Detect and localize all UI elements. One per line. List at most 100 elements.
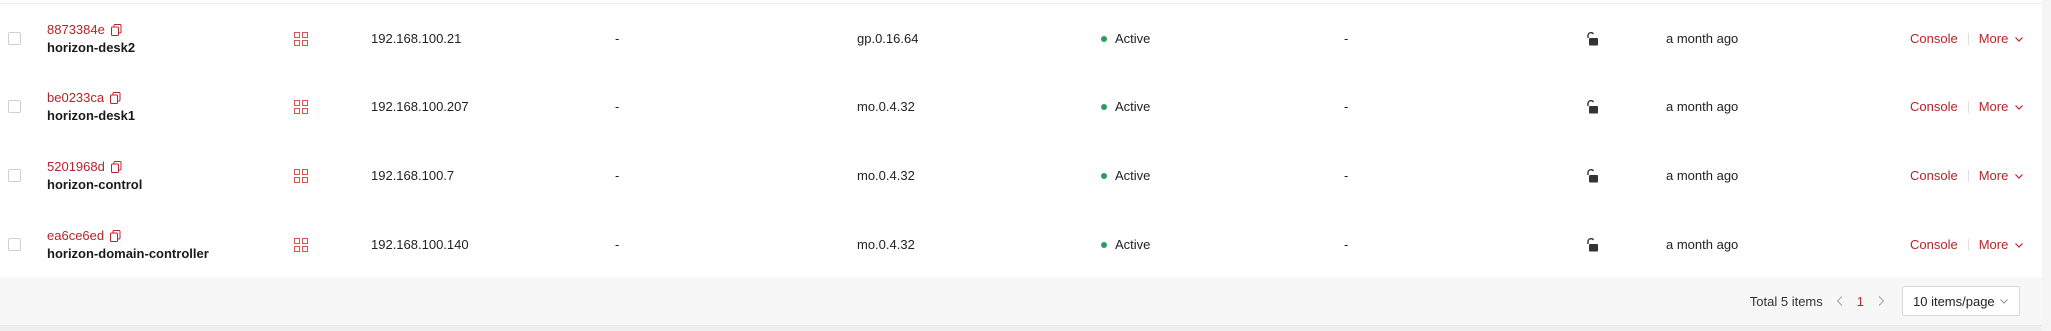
floating-ip: - — [615, 31, 620, 46]
more-button[interactable]: More — [1979, 237, 2009, 252]
table-row[interactable]: 5201968d horizon-control 192.168.100.7 -… — [0, 141, 2042, 211]
lock-cell — [1586, 72, 1599, 141]
total-items-label: Total 5 items — [1749, 293, 1823, 309]
prev-page-icon[interactable] — [1835, 295, 1845, 307]
status-text: Active — [1115, 99, 1151, 114]
type-cell — [294, 210, 308, 279]
chevron-down-icon[interactable] — [2014, 240, 2024, 250]
actions-cell: Console More — [1910, 72, 2024, 141]
more-button[interactable]: More — [1979, 168, 2009, 183]
flavor: mo.0.4.32 — [857, 237, 915, 252]
id-name-cell: ea6ce6ed horizon-domain-controller — [47, 210, 209, 279]
flavor: gp.0.16.64 — [857, 31, 919, 46]
actions-cell: Console More — [1910, 141, 2024, 210]
copy-icon[interactable] — [110, 23, 122, 36]
page-number-current[interactable]: 1 — [1857, 294, 1864, 309]
instance-name: horizon-domain-controller — [47, 246, 209, 261]
table-row[interactable]: ea6ce6ed horizon-domain-controller 192.1… — [0, 210, 2042, 280]
created-time: a month ago — [1666, 168, 1739, 183]
type-cell — [294, 4, 308, 73]
id-name-cell: be0233ca horizon-desk1 — [47, 72, 135, 141]
console-button[interactable]: Console — [1910, 31, 1958, 46]
chevron-down-icon — [1999, 296, 2009, 306]
console-button[interactable]: Console — [1910, 99, 1958, 114]
status-dot — [1101, 103, 1107, 110]
ip-address: 192.168.100.21 — [371, 31, 462, 46]
created-time: a month ago — [1666, 31, 1739, 46]
type-cell — [294, 141, 308, 210]
task-state: - — [1344, 237, 1349, 252]
id-name-cell: 5201968d horizon-control — [47, 141, 142, 210]
unlock-icon[interactable] — [1586, 31, 1599, 46]
row-checkbox[interactable] — [8, 32, 21, 45]
created-time: a month ago — [1666, 99, 1739, 114]
row-checkbox-cell[interactable] — [8, 210, 21, 279]
more-button[interactable]: More — [1979, 99, 2009, 114]
row-checkbox-cell[interactable] — [8, 4, 21, 73]
status-dot — [1101, 35, 1107, 42]
next-page-icon[interactable] — [1876, 295, 1886, 307]
row-checkbox-cell[interactable] — [8, 72, 21, 141]
chevron-down-icon[interactable] — [2014, 171, 2024, 181]
created-time: a month ago — [1666, 237, 1739, 252]
row-checkbox[interactable] — [8, 238, 21, 251]
task-state: - — [1344, 99, 1349, 114]
row-checkbox[interactable] — [8, 100, 21, 113]
instance-name: horizon-control — [47, 177, 143, 192]
copy-icon[interactable] — [110, 91, 121, 104]
table-row[interactable]: 8873384e horizon-desk2 192.168.100.21 - … — [0, 3, 2042, 74]
lock-cell — [1586, 141, 1599, 210]
flavor: mo.0.4.32 — [857, 168, 915, 183]
instance-table-panel: 8873384e horizon-desk2 192.168.100.21 - … — [0, 0, 2042, 326]
instance-type-icon — [294, 99, 308, 114]
instance-id-link[interactable]: 8873384e — [47, 22, 105, 37]
instance-type-icon — [294, 168, 308, 183]
page-size-select[interactable]: 10 items/page — [1902, 286, 2020, 316]
status-text: Active — [1115, 31, 1151, 46]
scrollbar-track[interactable] — [2042, 0, 2051, 331]
copy-icon[interactable] — [110, 160, 122, 173]
status-cell: Active — [1101, 141, 1150, 210]
status-cell: Active — [1101, 210, 1150, 279]
row-checkbox[interactable] — [8, 169, 21, 182]
type-cell — [294, 72, 308, 141]
floating-ip: - — [615, 99, 620, 114]
more-button[interactable]: More — [1979, 31, 2009, 46]
chevron-down-icon[interactable] — [2014, 34, 2024, 44]
flavor: mo.0.4.32 — [857, 99, 915, 114]
pagination: Total 5 items 1 10 items/page — [1750, 277, 2020, 325]
unlock-icon[interactable] — [1586, 237, 1599, 252]
ip-address: 192.168.100.207 — [371, 99, 469, 114]
status-text: Active — [1115, 237, 1151, 252]
row-checkbox-cell[interactable] — [8, 141, 21, 210]
console-button[interactable]: Console — [1910, 168, 1958, 183]
ip-address: 192.168.100.140 — [371, 237, 469, 252]
console-button[interactable]: Console — [1910, 237, 1958, 252]
table-row[interactable]: be0233ca horizon-desk1 192.168.100.207 -… — [0, 72, 2042, 142]
page-size-value: 10 items/page — [1913, 293, 1995, 309]
floating-ip: - — [615, 168, 620, 183]
status-cell: Active — [1101, 4, 1150, 73]
status-dot — [1101, 241, 1107, 248]
action-divider — [1967, 169, 1969, 182]
lock-cell — [1586, 210, 1599, 279]
copy-icon[interactable] — [110, 229, 121, 242]
unlock-icon[interactable] — [1586, 168, 1599, 183]
floating-ip: - — [615, 237, 620, 252]
instance-id-link[interactable]: ea6ce6ed — [47, 228, 104, 243]
action-divider — [1967, 100, 1969, 113]
status-text: Active — [1115, 168, 1151, 183]
instance-type-icon — [294, 237, 308, 252]
task-state: - — [1344, 168, 1349, 183]
ip-address: 192.168.100.7 — [371, 168, 455, 183]
instance-id-link[interactable]: be0233ca — [47, 90, 104, 105]
unlock-icon[interactable] — [1586, 99, 1599, 114]
status-dot — [1101, 172, 1107, 179]
actions-cell: Console More — [1910, 4, 2024, 73]
instance-id-link[interactable]: 5201968d — [47, 159, 105, 174]
actions-cell: Console More — [1910, 210, 2024, 279]
task-state: - — [1344, 31, 1349, 46]
id-name-cell: 8873384e horizon-desk2 — [47, 4, 135, 73]
instance-name: horizon-desk1 — [47, 108, 136, 123]
chevron-down-icon[interactable] — [2014, 102, 2024, 112]
